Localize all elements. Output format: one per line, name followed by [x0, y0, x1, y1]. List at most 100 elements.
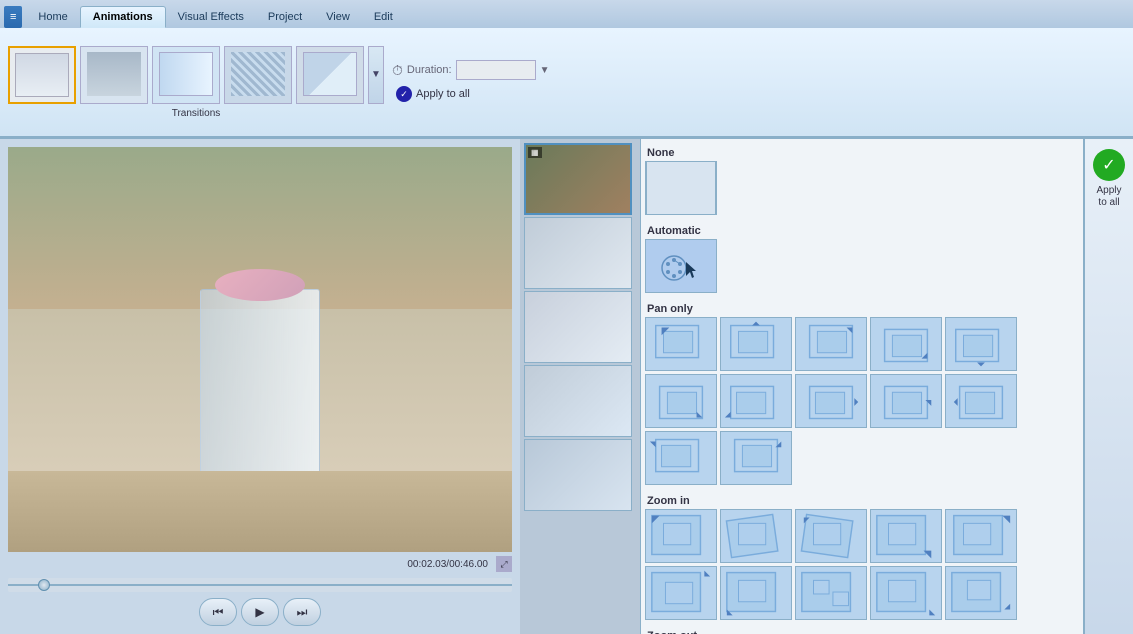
effect-zi7[interactable]	[720, 566, 792, 620]
zi3-svg	[796, 509, 866, 563]
effect-pan-down[interactable]	[945, 317, 1017, 371]
transitions-label: Transitions	[172, 108, 221, 119]
effect-none[interactable]	[645, 161, 717, 215]
transitions-section: ▼ Transitions	[8, 46, 384, 119]
pan-upright-svg	[796, 317, 866, 371]
section-title-pan: Pan only	[645, 299, 1079, 317]
effect-pan-rightup[interactable]	[720, 431, 792, 485]
zi5-svg	[946, 509, 1016, 563]
tab-bar: ≡ Home Animations Visual Effects Project…	[0, 0, 1133, 28]
pan-down-svg	[946, 317, 1016, 371]
app-menu-button[interactable]: ≡	[4, 6, 22, 28]
effect-pan-downright-corner[interactable]	[870, 317, 942, 371]
tab-view[interactable]: View	[314, 6, 362, 28]
pan-leftdown-svg	[721, 374, 791, 428]
apply-all-button[interactable]: ✓ Apply to all	[392, 84, 549, 104]
effect-zi6[interactable]	[645, 566, 717, 620]
apply-all-label: Apply to all	[416, 88, 470, 100]
effect-pan-leftup[interactable]	[645, 431, 717, 485]
pan-rightdown-svg	[871, 374, 941, 428]
apply-to-all-side-button[interactable]: ✓ Applyto all	[1083, 139, 1133, 634]
effect-pan-upright[interactable]	[795, 317, 867, 371]
effect-pan-right[interactable]	[795, 374, 867, 428]
zi6-svg	[646, 566, 716, 620]
transition-thumb-blank[interactable]	[8, 46, 76, 104]
effect-pan-up[interactable]	[720, 317, 792, 371]
clip-thumbnail-3	[525, 292, 631, 362]
effects-scroll-area[interactable]: None Automatic	[641, 139, 1083, 634]
effect-zi8[interactable]	[795, 566, 867, 620]
effect-automatic[interactable]	[645, 239, 717, 293]
playback-controls: ⏮ ▶ ⏭	[8, 598, 512, 626]
timeline-clip-5[interactable]	[524, 439, 632, 511]
transitions-scroll-down[interactable]: ▼	[368, 46, 384, 104]
expand-button[interactable]: ⤢	[496, 556, 512, 572]
effect-pan-rightdown[interactable]	[870, 374, 942, 428]
clip-thumbnail-4	[525, 366, 631, 436]
pan-rightup-svg	[721, 431, 791, 485]
transition-thumb-diagonal[interactable]	[296, 46, 364, 104]
pan-up-svg	[721, 317, 791, 371]
clip-thumbnail-2	[525, 218, 631, 288]
play-button[interactable]: ▶	[241, 598, 279, 626]
zi1-svg	[646, 509, 716, 563]
effect-zi1[interactable]	[645, 509, 717, 563]
effects-panel: None Automatic	[640, 139, 1083, 634]
duration-label: Duration:	[407, 64, 452, 76]
automatic-grid	[645, 239, 1079, 293]
time-display: 00:02.03/00:46.00	[407, 559, 488, 570]
transition-thumb-grey[interactable]	[80, 46, 148, 104]
timeline-clip-3[interactable]	[524, 291, 632, 363]
effect-zi2[interactable]	[720, 509, 792, 563]
app-menu-icon: ≡	[10, 11, 16, 23]
tab-edit[interactable]: Edit	[362, 6, 405, 28]
ribbon-content: ▼ Transitions ⏱ Duration: ▼ ✓ Apply to a…	[0, 28, 1133, 138]
effect-zi3[interactable]	[795, 509, 867, 563]
timeline-clip-2[interactable]	[524, 217, 632, 289]
zi8-svg	[796, 566, 866, 620]
progress-bar[interactable]	[8, 578, 512, 592]
effect-pan-left[interactable]	[945, 374, 1017, 428]
section-title-none: None	[645, 143, 1079, 161]
apply-checkmark-icon: ✓	[1093, 149, 1125, 181]
duration-icon: ⏱	[392, 62, 403, 79]
zi7-svg	[721, 566, 791, 620]
effect-pan-leftdown[interactable]	[720, 374, 792, 428]
main-area: 00:02.03/00:46.00 ⤢ ⏮ ▶ ⏭ ▦	[0, 139, 1133, 634]
duration-dropdown-icon[interactable]: ▼	[540, 65, 550, 76]
effect-pan-downright[interactable]	[645, 374, 717, 428]
progress-knob[interactable]	[38, 579, 50, 591]
timeline-clip-1[interactable]: ▦	[524, 143, 632, 215]
preview-panel: 00:02.03/00:46.00 ⤢ ⏮ ▶ ⏭	[0, 139, 520, 634]
timeline-clip-4[interactable]	[524, 365, 632, 437]
clip-thumbnail-5	[525, 440, 631, 510]
zi4-svg	[871, 509, 941, 563]
effect-zi10[interactable]	[945, 566, 1017, 620]
transition-thumb-pattern[interactable]	[224, 46, 292, 104]
progress-track	[8, 584, 512, 586]
pan-downright-corner-svg	[871, 317, 941, 371]
tab-visual-effects[interactable]: Visual Effects	[166, 6, 256, 28]
auto-inner	[646, 240, 716, 292]
tab-home[interactable]: Home	[26, 6, 79, 28]
video-frame	[8, 147, 512, 552]
fast-forward-button[interactable]: ⏭	[283, 598, 321, 626]
film-icon-1: ▦	[528, 147, 542, 158]
effect-zi5[interactable]	[945, 509, 1017, 563]
pan-upleft-svg	[646, 317, 716, 371]
effect-zi9[interactable]	[870, 566, 942, 620]
transition-thumb-blue[interactable]	[152, 46, 220, 104]
tab-animations[interactable]: Animations	[80, 6, 166, 28]
effect-zi4[interactable]	[870, 509, 942, 563]
tab-project[interactable]: Project	[256, 6, 314, 28]
effects-wrapper: None Automatic	[640, 139, 1133, 634]
auto-svg	[646, 240, 717, 293]
duration-input[interactable]	[456, 60, 536, 80]
zi2-svg	[721, 509, 791, 563]
section-title-automatic: Automatic	[645, 221, 1079, 239]
timeline-strip: ▦	[520, 139, 640, 634]
time-bar: 00:02.03/00:46.00 ⤢	[8, 552, 512, 576]
effect-pan-upleft[interactable]	[645, 317, 717, 371]
rewind-button[interactable]: ⏮	[199, 598, 237, 626]
zi10-svg	[946, 566, 1016, 620]
